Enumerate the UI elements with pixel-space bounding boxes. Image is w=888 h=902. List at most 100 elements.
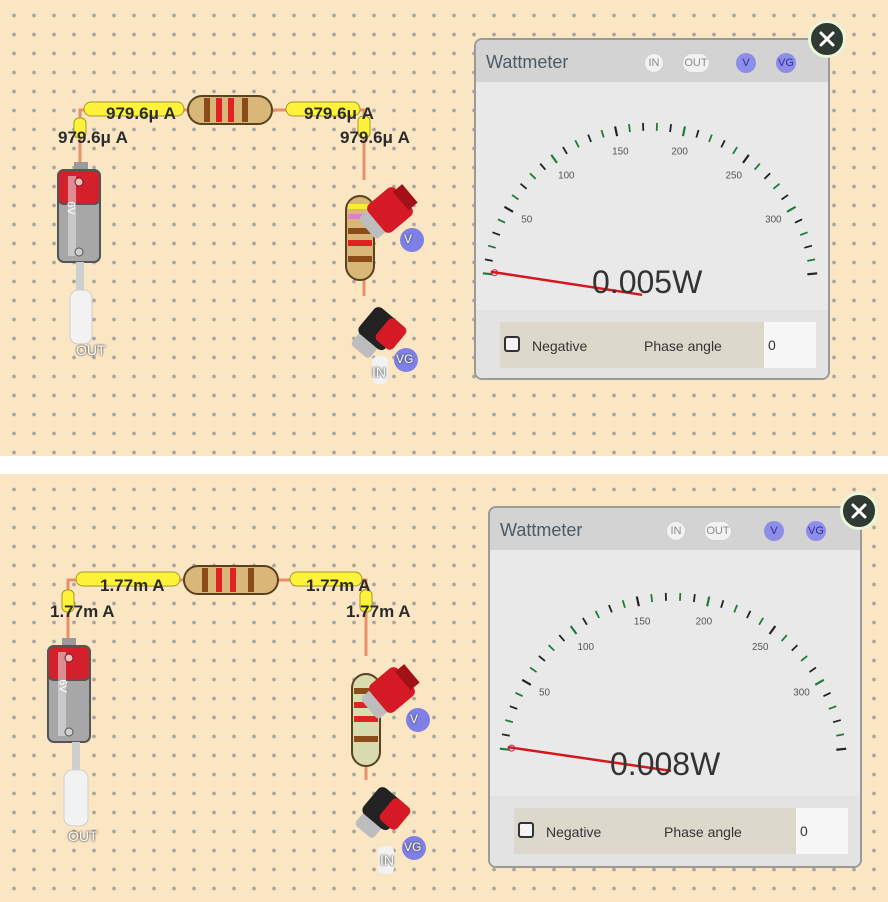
dial-tick <box>550 154 558 164</box>
dial-scale-label: 200 <box>696 617 713 628</box>
current-label: 979.6μ A <box>340 128 410 147</box>
dial-tick <box>742 154 750 164</box>
dial-tick <box>720 139 726 148</box>
dial-tick <box>695 129 700 138</box>
current-label: 1.77m A <box>346 602 411 621</box>
dial-tick <box>708 134 713 143</box>
breadboard-canvas[interactable]: 1.77m A 1.77m A 1.77m A 1.77m A 6V OUT V… <box>0 474 888 902</box>
dial-scale-label: 300 <box>765 215 782 226</box>
terminal-vg[interactable]: VG <box>806 521 826 541</box>
out-connector[interactable] <box>69 262 93 345</box>
dial-tick <box>807 272 818 276</box>
terminal-in[interactable]: IN <box>644 53 664 73</box>
dial-tick <box>754 163 761 171</box>
dial-tick <box>509 705 518 710</box>
battery[interactable] <box>47 638 91 743</box>
dial-tick <box>614 126 619 137</box>
close-button[interactable] <box>840 492 878 530</box>
dial-tick <box>600 129 605 138</box>
terminal-v[interactable]: V <box>764 521 784 541</box>
current-label: 1.77m A <box>100 576 165 595</box>
dial-tick <box>621 599 626 609</box>
dial-tick <box>487 244 496 249</box>
dial-tick <box>780 634 788 642</box>
out-connector[interactable] <box>63 742 89 827</box>
dial-tick <box>786 205 797 213</box>
dial-tick <box>529 172 537 180</box>
current-label: 1.77m A <box>306 576 371 595</box>
resistor-horizontal[interactable] <box>183 565 279 595</box>
close-button[interactable] <box>808 20 846 58</box>
terminal-vg[interactable]: VG <box>776 53 796 73</box>
dial-tick <box>681 126 687 137</box>
dial-tick <box>505 719 514 724</box>
dial-tick <box>814 678 825 686</box>
wattmeter-window[interactable]: Wattmeter IN OUT V VG 50 100 150 200 250 300 … <box>488 506 862 868</box>
out-label: OUT <box>76 342 106 358</box>
v-probe-label: V <box>410 712 419 726</box>
dial-tick <box>768 625 777 635</box>
phase-angle-input[interactable] <box>764 322 816 368</box>
current-label: 1.77m A <box>50 602 115 621</box>
resistor-horizontal[interactable] <box>187 95 273 125</box>
terminal-out[interactable]: OUT <box>682 53 710 73</box>
negative-label: Negative <box>546 824 602 840</box>
panel-separator <box>0 456 888 474</box>
dial-scale-label: 150 <box>612 147 629 158</box>
dial-tick <box>608 604 613 613</box>
wattmeter-header[interactable]: Wattmeter IN OUT V VG <box>476 40 828 82</box>
dial-tick <box>650 594 654 603</box>
dial-tick <box>799 231 808 236</box>
in-label: IN <box>372 364 386 380</box>
terminal-v[interactable]: V <box>736 53 756 73</box>
control-row: Negative Phase angle <box>514 808 848 854</box>
terminal-out[interactable]: OUT <box>704 521 732 541</box>
control-row: Negative Phase angle <box>500 322 816 368</box>
dial-tick <box>503 205 514 213</box>
negative-checkbox[interactable] <box>518 822 534 838</box>
dial-tick <box>529 666 538 673</box>
dial-tick <box>582 617 588 626</box>
vg-probe[interactable] <box>351 785 412 847</box>
wattmeter-footer: Negative Phase angle <box>476 310 828 378</box>
negative-checkbox[interactable] <box>504 336 520 352</box>
dial-tick <box>519 183 528 190</box>
dial-scale-label: 100 <box>578 642 595 653</box>
dial-tick <box>733 604 738 613</box>
dial-tick <box>720 599 725 609</box>
dial-tick <box>539 163 547 171</box>
dial-tick <box>558 634 566 642</box>
phase-angle-label: Phase angle <box>644 338 722 354</box>
dial-tick <box>828 705 837 710</box>
dial-tick <box>635 596 640 607</box>
power-reading: 0.005W <box>592 264 703 300</box>
wattmeter-title: Wattmeter <box>500 520 583 540</box>
dial-scale-label: 150 <box>634 617 651 628</box>
phase-angle-input[interactable] <box>796 808 848 854</box>
dial-tick <box>497 218 506 224</box>
dial-tick <box>800 655 808 662</box>
wattmeter-footer: Negative Phase angle <box>490 796 860 866</box>
dial-tick <box>669 124 672 133</box>
dial-tick <box>823 691 831 697</box>
dial-tick <box>781 194 789 201</box>
wattmeter-header[interactable]: Wattmeter IN OUT V VG <box>490 508 860 550</box>
dial-tick <box>492 231 501 236</box>
dial-tick <box>804 244 813 249</box>
dial-tick <box>511 194 519 201</box>
wattmeter-window[interactable]: Wattmeter IN OUT V VG 50 100 150 200 250 300 … <box>474 38 830 380</box>
in-label: IN <box>380 852 394 868</box>
dial-tick <box>746 610 752 619</box>
dial-tick <box>628 124 631 133</box>
dial-scale-label: 50 <box>539 688 550 699</box>
dial-tick <box>499 747 510 751</box>
dial-tick <box>587 134 592 143</box>
dial-tick <box>484 258 493 262</box>
dial-scale-label: 250 <box>725 171 742 182</box>
dial-scale-label: 200 <box>671 147 688 158</box>
close-icon <box>851 503 867 519</box>
terminal-in[interactable]: IN <box>666 521 686 541</box>
current-label: 979.6μ A <box>106 104 176 123</box>
current-label: 979.6μ A <box>304 104 374 123</box>
breadboard-canvas[interactable]: 979.6μ A 979.6μ A 979.6μ A 979.6μ A 6V O… <box>0 0 888 456</box>
